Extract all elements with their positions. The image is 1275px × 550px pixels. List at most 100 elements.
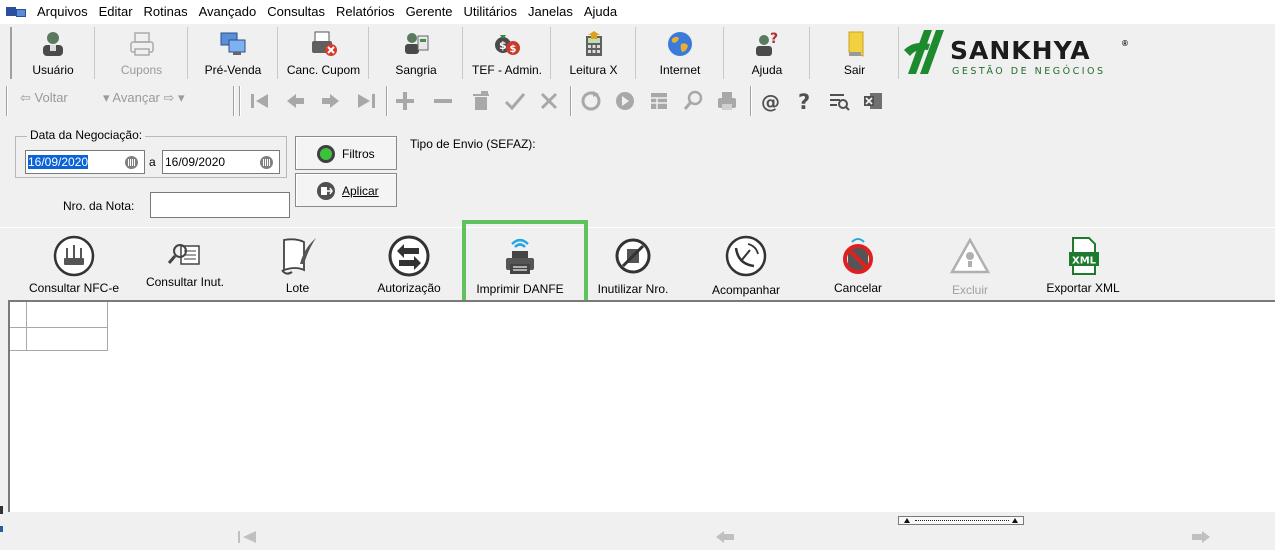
first-page-icon[interactable]: [236, 530, 258, 544]
toolbar-separator: [239, 86, 241, 116]
excluir-label: Excluir: [951, 283, 988, 297]
tef-admin-button[interactable]: $ $ TEF - Admin.: [464, 27, 551, 79]
voltar-button[interactable]: ⇦ Voltar: [20, 90, 68, 106]
calculator-icon: [585, 31, 602, 56]
previous-record-icon[interactable]: [284, 90, 306, 112]
splitter-up-icon[interactable]: [1012, 518, 1018, 523]
calendar-icon[interactable]: [260, 156, 273, 169]
green-circle-icon: [317, 145, 335, 163]
tipo-envio-label: Tipo de Envio (SEFAZ):: [410, 137, 536, 151]
skip-icon[interactable]: [614, 90, 636, 112]
aplicar-button[interactable]: Aplicar: [295, 173, 397, 207]
toolbar-separator: [6, 86, 8, 116]
menu-utilitarios[interactable]: Utilitários: [459, 0, 523, 24]
lote-button[interactable]: Lote: [250, 228, 345, 300]
search-document-icon: [167, 244, 200, 265]
previous-page-icon[interactable]: [714, 530, 736, 544]
menu-consultas[interactable]: Consultas: [262, 0, 331, 24]
acompanhar-button[interactable]: Acompanhar: [700, 228, 792, 300]
splitter-up-icon[interactable]: [904, 518, 910, 523]
menu-avancado[interactable]: Avançado: [194, 0, 263, 24]
status-bar: [0, 512, 1275, 550]
menu-gerente[interactable]: Gerente: [401, 0, 459, 24]
imprimir-danfe-button[interactable]: Imprimir DANFE: [470, 228, 570, 300]
data-grid[interactable]: [8, 300, 1275, 512]
globe-icon: [668, 32, 692, 56]
splitter-handle[interactable]: [898, 516, 1024, 525]
consultar-nfce-label: Consultar NFC-e: [28, 281, 120, 295]
scroll-quill-icon: [280, 238, 316, 275]
ajuda-label: Ajuda: [751, 63, 783, 77]
excluir-button[interactable]: Excluir: [922, 228, 1018, 300]
sair-label: Sair: [843, 63, 866, 77]
toolbar-separator: [570, 86, 572, 116]
inutilizar-nro-button[interactable]: Inutilizar Nro.: [588, 228, 678, 300]
date-separator: a: [149, 155, 156, 169]
sair-button[interactable]: Sair: [811, 27, 899, 79]
back-arrow-icon: ⇦: [20, 90, 35, 105]
next-record-icon[interactable]: [320, 90, 342, 112]
svg-text:$: $: [499, 39, 507, 52]
cashier-icon: [405, 33, 429, 54]
pre-venda-label: Pré-Venda: [204, 63, 262, 77]
delete-icon[interactable]: [470, 90, 492, 112]
canc-cupom-button[interactable]: Canc. Cupom: [279, 27, 369, 79]
svg-text:?: ?: [770, 31, 778, 47]
add-icon[interactable]: [394, 90, 416, 112]
user-icon: [43, 32, 63, 56]
grid-data-cell[interactable]: [27, 328, 108, 351]
menu-relatorios[interactable]: Relatórios: [331, 0, 401, 24]
autorizacao-button[interactable]: Autorização: [362, 228, 456, 300]
filtros-button[interactable]: Filtros: [295, 136, 397, 170]
date-to-value: 16/09/2020: [165, 155, 226, 169]
last-record-icon[interactable]: [356, 90, 378, 112]
refresh-icon[interactable]: [580, 90, 602, 112]
menu-rotinas[interactable]: Rotinas: [139, 0, 194, 24]
menu-janelas[interactable]: Janelas: [523, 0, 579, 24]
grid-corner-cell: [10, 302, 27, 328]
filter-list-icon[interactable]: [828, 90, 850, 112]
leitura-x-button[interactable]: Leitura X: [552, 27, 636, 79]
pre-venda-button[interactable]: Pré-Venda: [189, 27, 278, 79]
menu-ajuda[interactable]: Ajuda: [579, 0, 623, 24]
svg-text:@: @: [761, 91, 780, 112]
grid-row-indicator[interactable]: [10, 328, 27, 351]
menu-arquivos[interactable]: Arquivos: [32, 0, 94, 24]
arrows-exchange-icon: [388, 235, 430, 277]
confirm-icon[interactable]: [504, 90, 526, 112]
date-to-input[interactable]: 16/09/2020: [162, 150, 280, 174]
cupons-button[interactable]: Cupons: [96, 27, 188, 79]
ajuda-button[interactable]: ? Ajuda: [725, 27, 810, 79]
cancelar-button[interactable]: Cancelar: [812, 228, 904, 300]
avancar-button[interactable]: ▾ Avançar ⇨ ▾: [103, 90, 185, 106]
calendar-icon[interactable]: [125, 156, 138, 169]
search-icon[interactable]: [682, 90, 704, 112]
satellite-dish-icon: [725, 235, 767, 277]
print-icon[interactable]: [716, 90, 738, 112]
logo-name: SANKHYA: [950, 36, 1091, 65]
nota-input[interactable]: [150, 192, 290, 218]
help-icon[interactable]: ?: [794, 90, 816, 112]
usuario-label: Usuário: [32, 63, 74, 77]
exportar-xml-button[interactable]: XML Exportar XML: [1030, 228, 1136, 300]
inutilizar-nro-label: Inutilizar Nro.: [597, 282, 669, 296]
internet-button[interactable]: Internet: [637, 27, 724, 79]
first-record-icon[interactable]: [248, 90, 270, 112]
remove-icon[interactable]: [432, 90, 454, 112]
dropdown-small-icon: ▾: [103, 90, 113, 105]
export-excel-icon[interactable]: [862, 90, 884, 112]
grid-header-cell[interactable]: [27, 302, 108, 328]
sangria-button[interactable]: Sangria: [370, 27, 463, 79]
date-from-input[interactable]: 16/09/2020: [25, 150, 145, 174]
cancel-icon[interactable]: [538, 90, 560, 112]
app-icon[interactable]: [6, 5, 28, 19]
next-page-icon[interactable]: [1190, 530, 1212, 544]
at-sign-icon[interactable]: @: [760, 90, 782, 112]
help-user-icon: ?: [756, 31, 778, 56]
menu-editar[interactable]: Editar: [94, 0, 139, 24]
usuario-button[interactable]: Usuário: [10, 27, 95, 79]
grid-view-icon[interactable]: [648, 90, 670, 112]
consultar-nfce-button[interactable]: Consultar NFC-e: [20, 228, 128, 300]
main-toolbar: Usuário Cupons Pré-Venda Canc. Cupom San…: [0, 24, 900, 80]
consultar-inut-button[interactable]: Consultar Inut.: [135, 228, 235, 300]
